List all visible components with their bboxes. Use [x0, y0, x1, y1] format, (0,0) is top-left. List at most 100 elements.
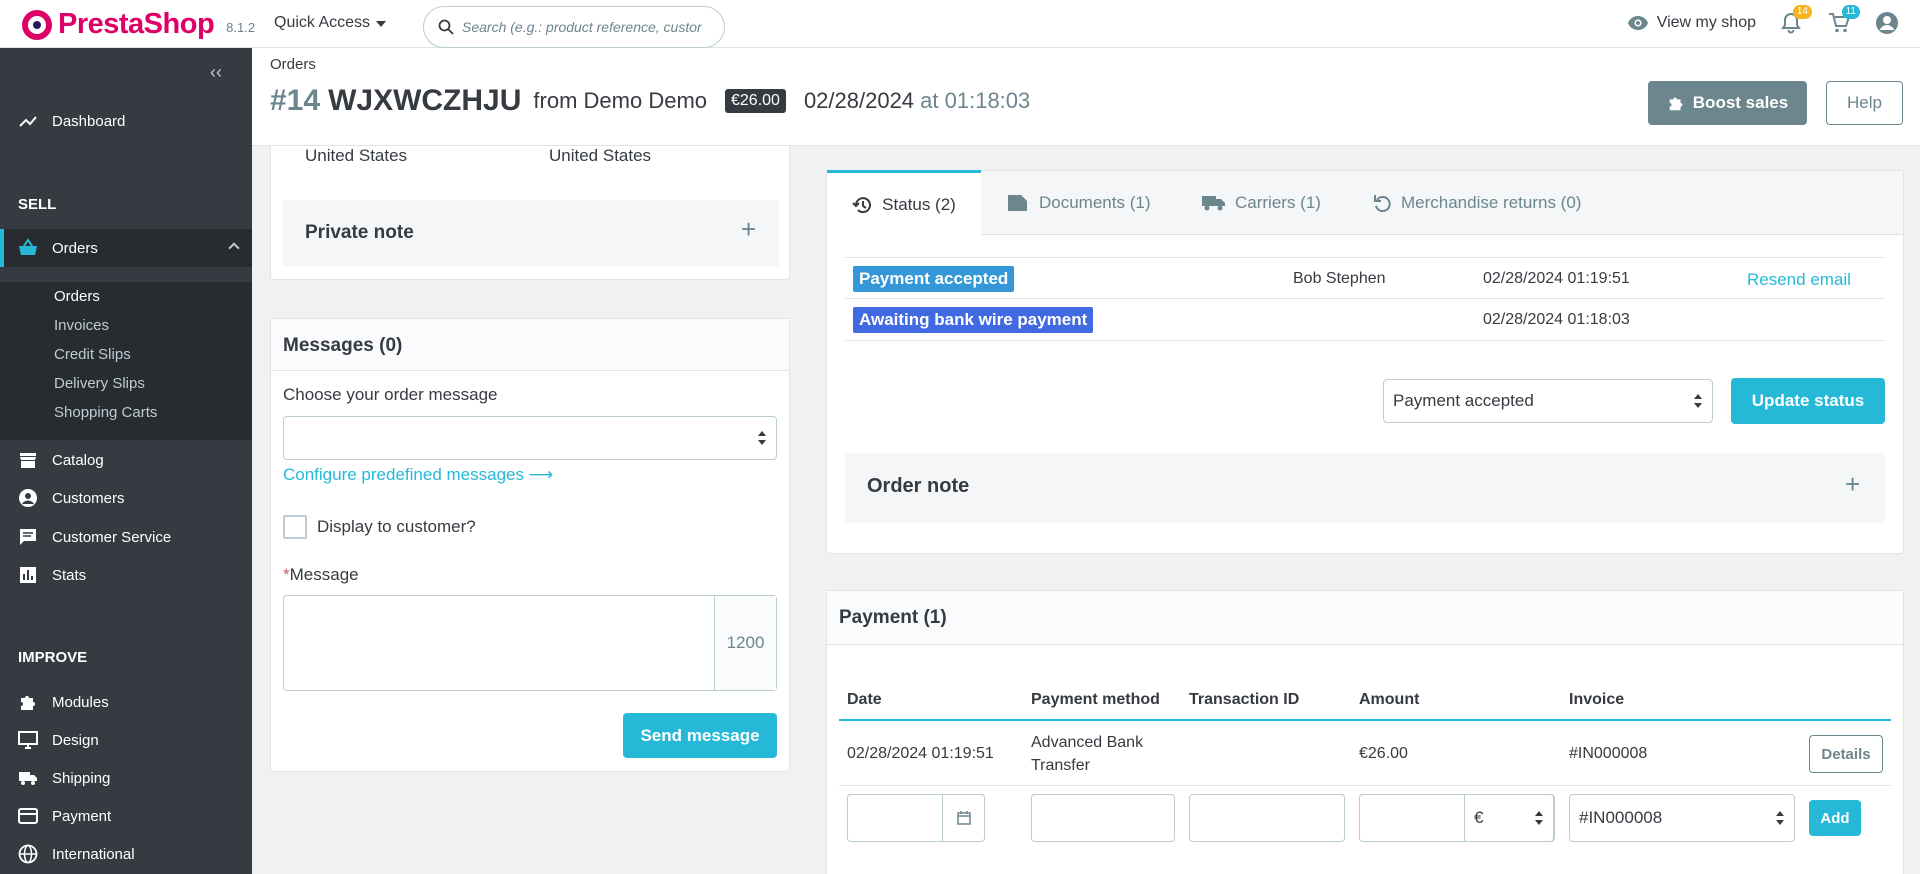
sidebar-item-international[interactable]: International [0, 835, 252, 873]
display-to-customer-label: Display to customer? [317, 517, 476, 536]
message-textarea[interactable]: 1200 [283, 595, 777, 691]
column-header-date: Date [847, 691, 882, 708]
column-header-invoice: Invoice [1569, 691, 1625, 708]
transaction-id-input[interactable] [1189, 794, 1345, 842]
help-button[interactable]: Help [1826, 81, 1903, 125]
orders-notification-button[interactable]: 11 [1826, 5, 1860, 36]
payment-date: 02/28/2024 01:19:51 [847, 745, 994, 762]
sidebar-item-label: Shipping [52, 769, 111, 787]
order-tabs: Status (2) Documents (1) Carriers (1) Me… [827, 170, 1903, 236]
search-icon [438, 19, 454, 35]
private-note-section[interactable]: Private note + [283, 200, 779, 266]
payment-method-input[interactable] [1031, 794, 1175, 842]
update-status-button[interactable]: Update status [1731, 378, 1885, 424]
row-divider [839, 785, 1891, 786]
required-marker: * [283, 565, 290, 584]
search-bar[interactable] [423, 6, 725, 48]
sidebar-item-dashboard[interactable]: Dashboard [0, 102, 252, 140]
tab-status[interactable]: Status (2) [827, 170, 981, 236]
tab-label: Merchandise returns (0) [1401, 193, 1582, 212]
order-status-select[interactable]: Payment accepted [1383, 379, 1713, 423]
boost-sales-label: Boost sales [1692, 93, 1789, 112]
tab-label: Documents (1) [1039, 193, 1151, 212]
notifications-badge: 14 [1792, 5, 1812, 19]
currency-selected: € [1474, 808, 1484, 827]
tab-label: Carriers (1) [1235, 193, 1321, 212]
sidebar-item-modules[interactable]: Modules [0, 683, 252, 721]
sidebar-item-catalog[interactable]: Catalog [0, 441, 252, 479]
submenu-item-shopping-carts[interactable]: Shopping Carts [54, 404, 157, 421]
truck-icon [1202, 196, 1225, 211]
prestashop-logo[interactable]: PrestaShop 8.1.2 [22, 8, 255, 41]
currency-select[interactable]: € [1464, 794, 1554, 842]
order-reference: WJXWCZHJU [328, 84, 522, 117]
order-message-select[interactable] [283, 416, 777, 460]
submenu-item-delivery-slips[interactable]: Delivery Slips [54, 375, 145, 392]
sell-section-title: SELL [18, 196, 57, 213]
collapse-sidebar-icon[interactable]: ‹‹ [210, 62, 222, 83]
sidebar-item-label: International [52, 845, 135, 863]
tab-merchandise-returns[interactable]: Merchandise returns (0) [1371, 171, 1581, 235]
payment-title: Payment (1) [827, 591, 1903, 645]
sidebar-item-label: Customers [52, 489, 125, 507]
breadcrumb[interactable]: Orders [270, 56, 316, 73]
column-header-transaction-id: Transaction ID [1189, 691, 1300, 708]
boost-sales-button[interactable]: Boost sales [1648, 81, 1807, 125]
add-payment-button[interactable]: Add [1809, 800, 1861, 836]
messages-card: Messages (0) Choose your order message C… [270, 318, 790, 772]
order-note-title: Order note [867, 475, 970, 497]
send-message-button[interactable]: Send message [623, 713, 777, 758]
status-date: 02/28/2024 01:19:51 [1483, 270, 1630, 287]
quick-access-dropdown[interactable]: Quick Access [274, 14, 387, 32]
details-button[interactable]: Details [1809, 735, 1883, 773]
configure-messages-link[interactable]: Configure predefined messages ⟶ [283, 465, 553, 485]
submenu-item-credit-slips[interactable]: Credit Slips [54, 346, 131, 363]
sidebar-item-design[interactable]: Design [0, 721, 252, 759]
notifications-button[interactable]: 14 [1778, 5, 1812, 36]
sidebar-item-label: Dashboard [52, 112, 126, 130]
order-note-section[interactable]: Order note + [845, 453, 1885, 523]
tab-carriers[interactable]: Carriers (1) [1201, 171, 1321, 235]
status-badge: Payment accepted [853, 266, 1015, 292]
sort-arrows-icon [758, 431, 766, 445]
sidebar-item-shipping[interactable]: Shipping [0, 759, 252, 797]
table-header-divider [839, 719, 1891, 721]
submenu-item-orders[interactable]: Orders [54, 288, 100, 305]
improve-section-title: IMPROVE [18, 649, 88, 666]
sidebar-item-customer-service[interactable]: Customer Service [0, 518, 252, 556]
desktop-icon [18, 731, 38, 749]
payment-date-input[interactable] [847, 794, 985, 842]
eye-icon [1627, 16, 1648, 30]
globe-icon [18, 844, 38, 864]
amount-input[interactable]: € [1359, 794, 1555, 842]
invoice-country: United States [549, 146, 652, 165]
column-header-amount: Amount [1359, 691, 1420, 708]
resend-email-link[interactable]: Resend email [1747, 270, 1851, 290]
plus-icon[interactable]: + [1845, 469, 1860, 500]
orders-submenu: Orders Invoices Credit Slips Delivery Sl… [0, 282, 252, 440]
search-input[interactable] [462, 19, 702, 35]
calendar-icon [956, 811, 971, 825]
prestashop-logo-icon [22, 9, 52, 40]
user-account-button[interactable] [1874, 10, 1900, 36]
sidebar-item-stats[interactable]: Stats [0, 556, 252, 594]
sidebar-item-customers[interactable]: Customers [0, 479, 252, 517]
display-to-customer-checkbox[interactable] [283, 515, 307, 539]
sidebar-item-orders[interactable]: Orders [0, 229, 252, 267]
private-note-title: Private note [305, 222, 414, 243]
tab-documents[interactable]: Documents (1) [1007, 171, 1150, 235]
calendar-button[interactable] [942, 795, 984, 841]
sidebar: ‹‹ Dashboard SELL Orders Orders Invoices… [0, 48, 252, 874]
credit-card-icon [18, 808, 38, 824]
view-my-shop-label: View my shop [1656, 14, 1756, 31]
status-badge: Awaiting bank wire payment [853, 307, 1094, 333]
order-date: 02/28/2024 at 01:18:03 [804, 88, 1030, 114]
invoice-select[interactable]: #IN000008 [1569, 794, 1795, 842]
sort-arrows-icon [1776, 811, 1784, 825]
chevron-up-icon [228, 242, 240, 254]
sidebar-item-payment[interactable]: Payment [0, 797, 252, 835]
plus-icon[interactable]: + [741, 214, 756, 245]
sidebar-item-label: Stats [52, 566, 87, 584]
view-my-shop-link[interactable]: View my shop [1627, 14, 1756, 32]
submenu-item-invoices[interactable]: Invoices [54, 317, 109, 334]
